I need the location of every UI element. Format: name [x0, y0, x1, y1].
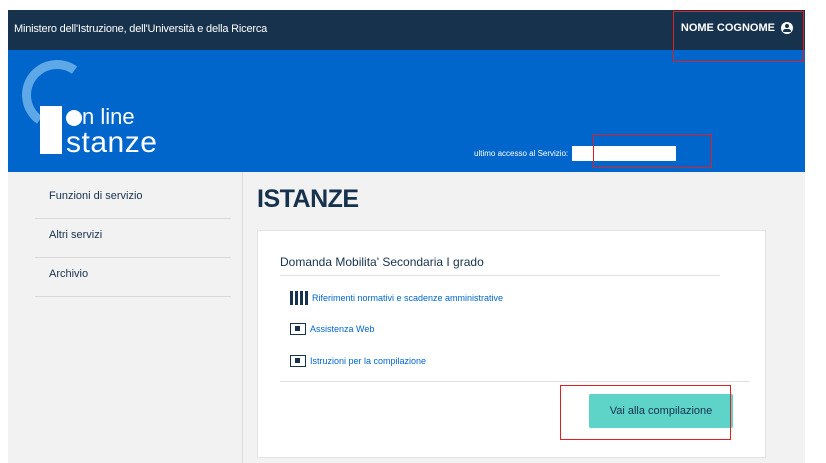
- card-title: Domanda Mobilita' Secondaria I grado: [280, 255, 484, 269]
- vai-alla-compilazione-button[interactable]: Vai alla compilazione: [589, 394, 733, 428]
- site-header: n line stanze ultimo accesso al Servizio…: [8, 50, 805, 172]
- link-label[interactable]: Riferimenti normativi e scadenze amminis…: [312, 293, 503, 303]
- link-label[interactable]: Assistenza Web: [310, 324, 374, 334]
- logo-text-istanze: stanze: [66, 126, 158, 159]
- user-name[interactable]: NOME COGNOME: [681, 22, 775, 34]
- sidebar: Funzioni di servizio Altri servizi Archi…: [35, 180, 231, 297]
- application-card: Domanda Mobilita' Secondaria I grado Rif…: [257, 230, 766, 458]
- logo-i-bar: [40, 106, 62, 154]
- top-bar: Ministero dell'Istruzione, dell'Universi…: [8, 10, 805, 50]
- sidebar-item-archivio[interactable]: Archivio: [35, 258, 231, 297]
- link-istruzioni[interactable]: Istruzioni per la compilazione: [290, 355, 426, 367]
- divider: [280, 275, 720, 276]
- support-screen-icon: [290, 323, 306, 335]
- link-riferimenti[interactable]: Riferimenti normativi e scadenze amminis…: [290, 291, 503, 305]
- sidebar-item-altri-servizi[interactable]: Altri servizi: [35, 219, 231, 258]
- last-access-label: ultimo accesso al Servizio:: [474, 149, 569, 158]
- ministry-name: Ministero dell'Istruzione, dell'Universi…: [14, 23, 268, 35]
- last-access: ultimo accesso al Servizio:: [474, 146, 677, 161]
- divider: [280, 381, 750, 382]
- instructions-screen-icon: [290, 355, 306, 367]
- link-label[interactable]: Istruzioni per la compilazione: [310, 356, 426, 366]
- main-content: ISTANZE Domanda Mobilita' Secondaria I g…: [242, 172, 805, 463]
- user-menu[interactable]: NOME COGNOME: [681, 22, 793, 34]
- sidebar-item-funzioni[interactable]: Funzioni di servizio: [35, 180, 231, 219]
- app-frame: Ministero dell'Istruzione, dell'Universi…: [8, 10, 805, 463]
- istanze-online-logo[interactable]: n line stanze: [16, 54, 192, 168]
- logo-o-dot: [66, 110, 82, 126]
- user-circle-icon[interactable]: [781, 22, 793, 34]
- page-title: ISTANZE: [257, 185, 359, 213]
- last-access-value: [572, 146, 677, 161]
- documents-icon: [290, 291, 308, 305]
- link-assistenza-web[interactable]: Assistenza Web: [290, 323, 374, 335]
